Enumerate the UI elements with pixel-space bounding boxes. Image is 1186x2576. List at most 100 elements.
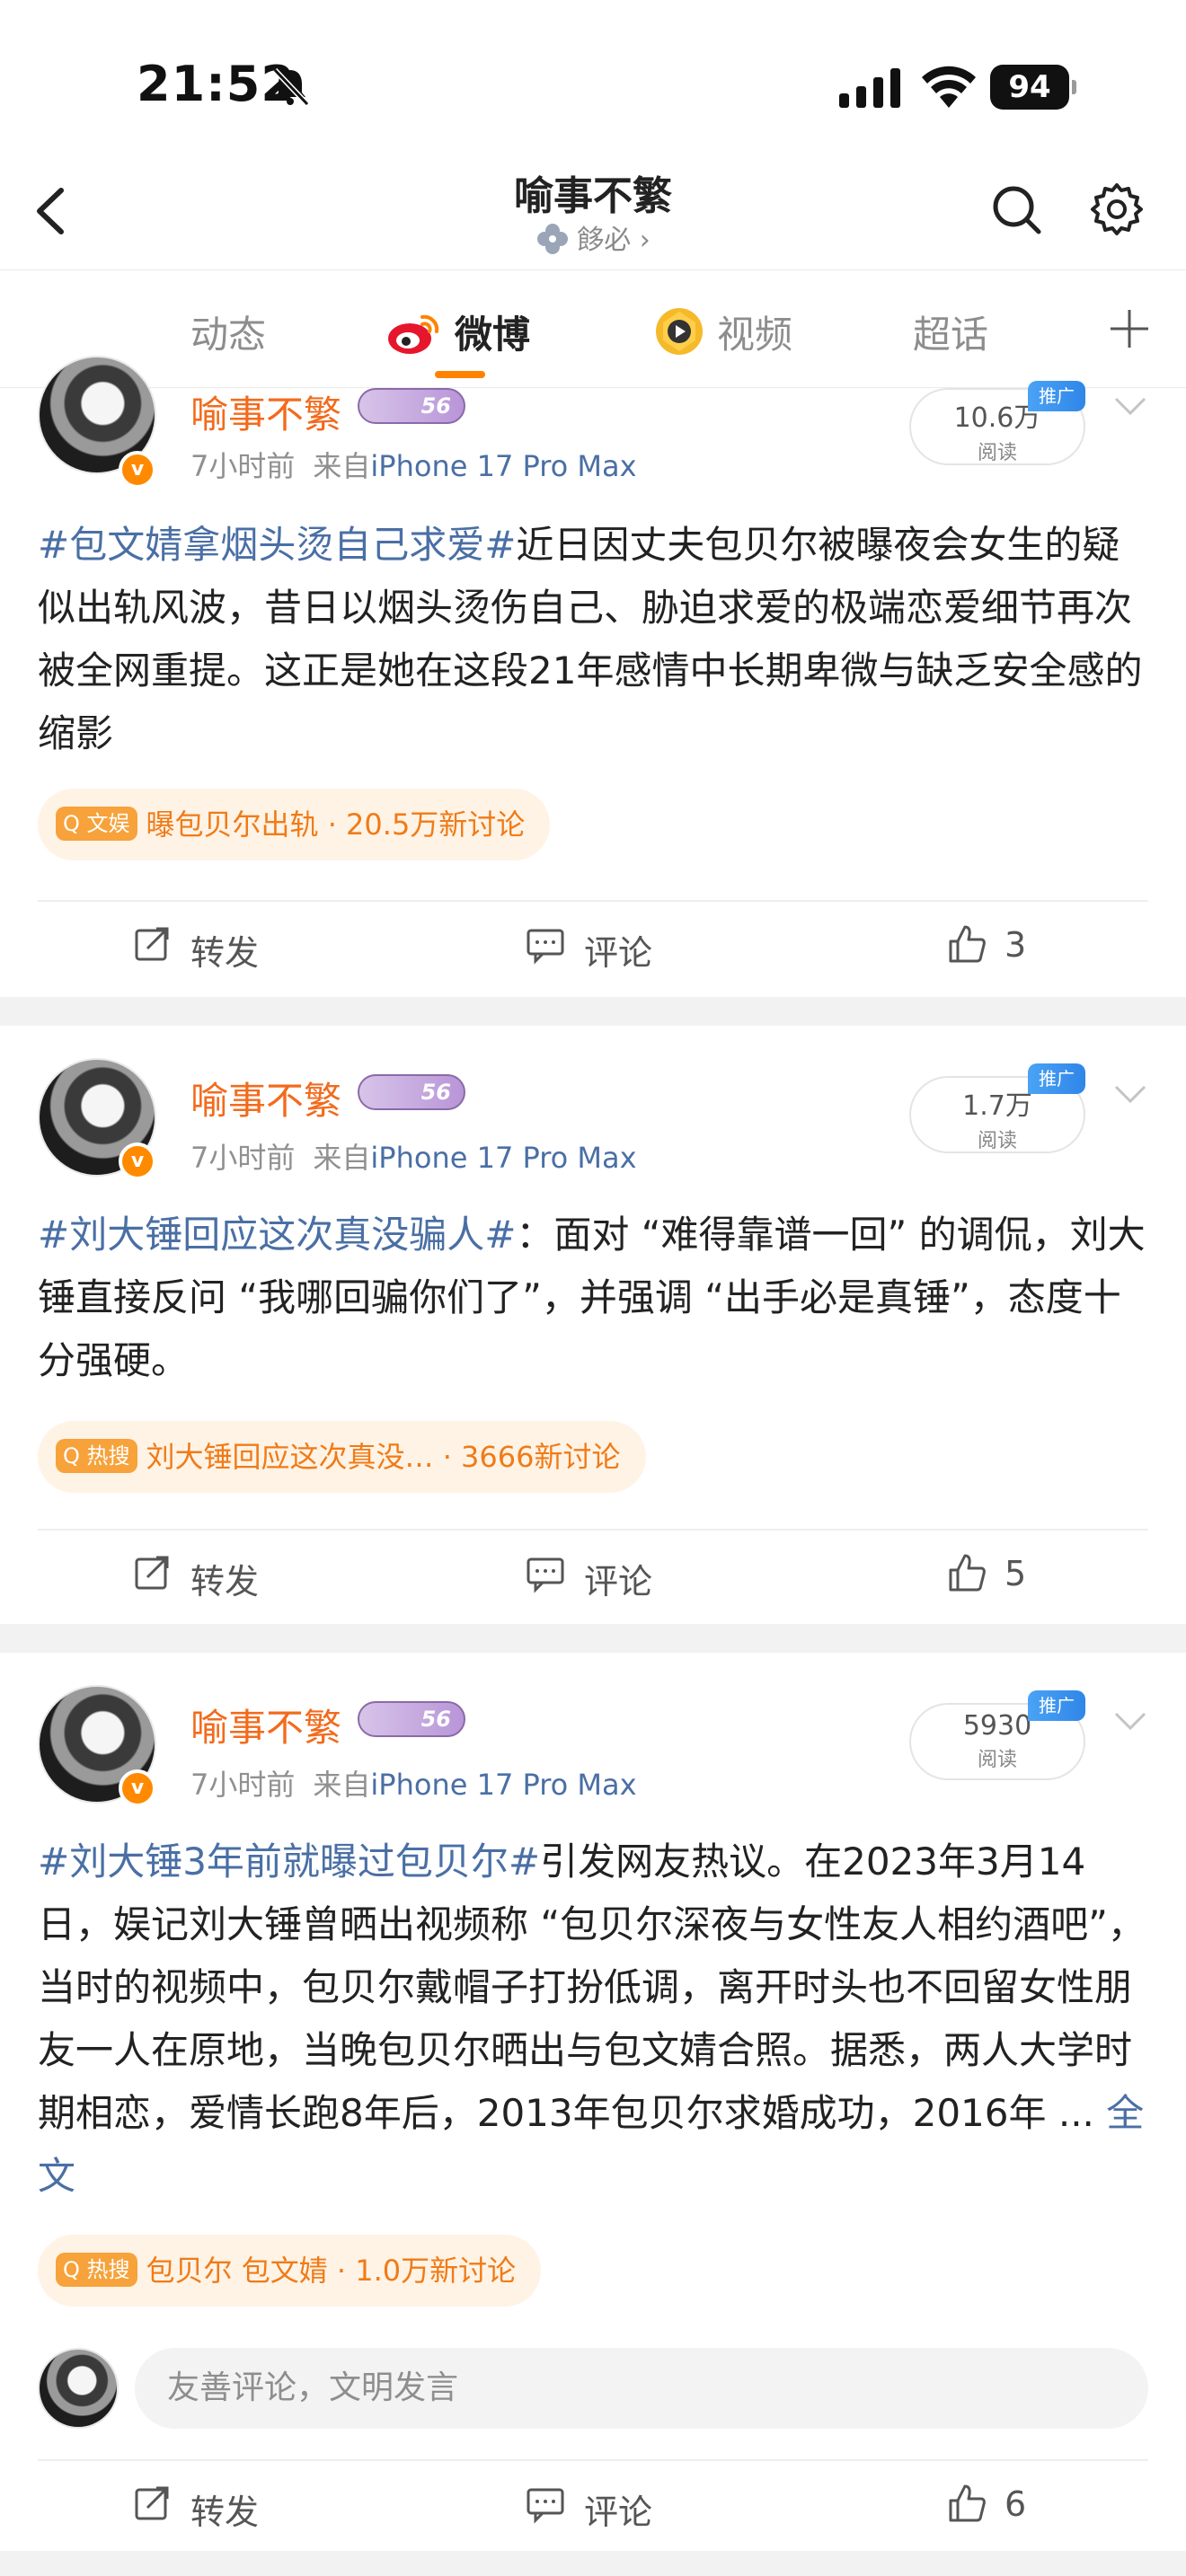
like-count: 5 [1005,1554,1027,1593]
divider [38,2459,1148,2461]
post-source-prefix: 来自 [313,449,371,483]
verified-badge: v [119,1142,156,1180]
promote-tag[interactable]: 推广 [1028,1063,1085,1094]
like-button[interactable]: 3 [949,925,1026,965]
chevron-down-icon[interactable] [1111,1080,1150,1107]
post-meta: 7小时前 来自iPhone 17 Pro Max [190,1135,637,1177]
post-text: 引发网友热议。在2023年3月14日，娱记刘大锤曾晒出视频称 “包贝尔深夜与女性… [38,1839,1146,2135]
tab-super-topic[interactable]: 超话 [913,304,988,359]
topic-pill[interactable]: Q 热搜 刘大锤回应这次真没… · 3666新讨论 [38,1421,646,1493]
views-label: 阅读 [977,1749,1017,1771]
post-body: #刘大锤3年前就曝过包贝尔#引发网友热议。在2023年3月14日，娱记刘大锤曾晒… [38,1831,1152,2208]
comment-label: 评论 [584,2492,653,2532]
profile-tabs: 动态 微博 视频 超话 [0,269,1186,388]
post-device: iPhone 17 Pro Max [370,449,637,483]
search-icon[interactable] [988,181,1044,237]
comment-input[interactable]: 友善评论，文明发言 [135,2348,1148,2429]
post-body: #包文婧拿烟头烫自己求爱#近日因丈夫包贝尔被曝夜会女生的疑似出轨风波，昔日以烟头… [38,514,1152,765]
post-source-prefix: 来自 [313,1768,371,1802]
level-badge: 56 [358,388,465,424]
status-bar: 21:52 94 [0,0,1186,171]
post-time: 7小时前 [190,1768,296,1802]
pill-text: 包贝尔 包文婧 · 1.0万新讨论 [146,2254,517,2288]
repost-button[interactable]: 转发 [135,2484,260,2534]
tab-dynamic[interactable]: 动态 [190,304,266,359]
divider [38,900,1148,902]
repost-button[interactable]: 转发 [135,1554,260,1603]
verified-badge: v [119,451,156,489]
clover-icon [537,224,569,254]
username[interactable]: 喻事不繁 [190,1071,341,1125]
topic-pill[interactable]: Q 热搜 包贝尔 包文婧 · 1.0万新讨论 [38,2235,542,2307]
battery-indicator: 94 [990,65,1076,110]
divider [38,1529,1148,1531]
comment-button[interactable]: 评论 [527,2484,653,2534]
header-subtitle-text: 䬷必 › [577,225,651,256]
repost-button[interactable]: 转发 [135,925,260,975]
tab-weibo[interactable]: 微博 [455,304,530,359]
post-device: iPhone 17 Pro Max [370,1141,637,1175]
level-badge: 56 [358,1701,465,1737]
post-card[interactable]: v 喻事不繁 56 7小时前 来自iPhone 17 Pro Max 5930 阅… [0,1653,1186,2551]
comment-icon [527,1557,564,1593]
my-avatar [38,2348,119,2429]
profile-header: 喻事不繁 䬷必 › [0,153,1186,269]
thumbs-up-icon [949,925,986,963]
hashtag-link[interactable]: #刘大锤回应这次真没骗人# [38,1213,516,1257]
thumbs-up-icon [949,1554,986,1592]
pill-badge: Q 热搜 [56,2253,137,2287]
post-time: 7小时前 [190,1141,296,1175]
pill-badge-label: 热搜 [86,1443,130,1469]
post-device: iPhone 17 Pro Max [370,1768,637,1802]
comment-label: 评论 [584,933,653,973]
plus-icon[interactable] [1107,306,1152,351]
views-label: 阅读 [977,1130,1017,1152]
video-play-icon [656,308,703,355]
repost-icon [135,2486,169,2520]
views-label: 阅读 [977,442,1017,464]
post-card[interactable]: v 喻事不繁 56 7小时前 来自iPhone 17 Pro Max 10.6万 … [0,356,1186,997]
pill-badge-label: 文娱 [86,811,130,836]
comment-icon [527,2488,564,2524]
username[interactable]: 喻事不繁 [190,384,341,439]
cellular-signal-icon [839,68,900,108]
post-source-prefix: 来自 [313,1141,371,1175]
chevron-down-icon[interactable] [1111,392,1150,419]
post-body: #刘大锤回应这次真没骗人#：面对 “难得靠谱一回” 的调侃，刘大锤直接反问 “我… [38,1204,1152,1392]
like-count: 6 [1005,2484,1027,2524]
pill-text: 刘大锤回应这次真没… · 3666新讨论 [146,1440,621,1474]
repost-label: 转发 [190,2492,260,2532]
weibo-logo-icon [388,314,439,354]
promote-tag[interactable]: 推广 [1028,1690,1085,1721]
thumbs-up-icon [949,2484,986,2522]
topic-pill[interactable]: Q 文娱 曝包贝尔出轨 · 20.5万新讨论 [38,789,551,860]
pill-badge: Q 文娱 [56,807,137,841]
battery-level: 94 [990,65,1069,110]
hashtag-link[interactable]: #包文婧拿烟头烫自己求爱# [38,523,516,567]
quick-comment-row: 友善评论，文明发言 [0,2348,1186,2429]
pill-text: 曝包贝尔出轨 · 20.5万新讨论 [146,807,526,842]
repost-label: 转发 [190,933,260,973]
post-meta: 7小时前 来自iPhone 17 Pro Max [190,444,637,485]
repost-label: 转发 [190,1562,260,1601]
comment-button[interactable]: 评论 [527,925,653,975]
verified-badge: v [119,1769,156,1807]
gear-icon[interactable] [1089,181,1145,237]
hashtag-link[interactable]: #刘大锤3年前就曝过包贝尔# [38,1839,540,1883]
tab-video[interactable]: 视频 [717,304,792,359]
post-card[interactable]: v 喻事不繁 56 7小时前 来自iPhone 17 Pro Max 1.7万 阅… [0,1026,1186,1624]
level-badge: 56 [358,1074,465,1110]
pill-badge: Q 热搜 [56,1439,137,1473]
comment-button[interactable]: 评论 [527,1554,652,1603]
repost-icon [135,927,169,961]
bell-slash-icon [272,67,310,107]
battery-tip [1072,80,1076,94]
like-button[interactable]: 6 [949,2484,1027,2524]
chevron-down-icon[interactable] [1111,1707,1150,1734]
wifi-icon [922,66,976,108]
username[interactable]: 喻事不繁 [190,1698,341,1752]
repost-icon [135,1556,169,1590]
like-button[interactable]: 5 [949,1554,1027,1593]
promote-tag[interactable]: 推广 [1028,381,1085,411]
comment-icon [527,929,564,965]
